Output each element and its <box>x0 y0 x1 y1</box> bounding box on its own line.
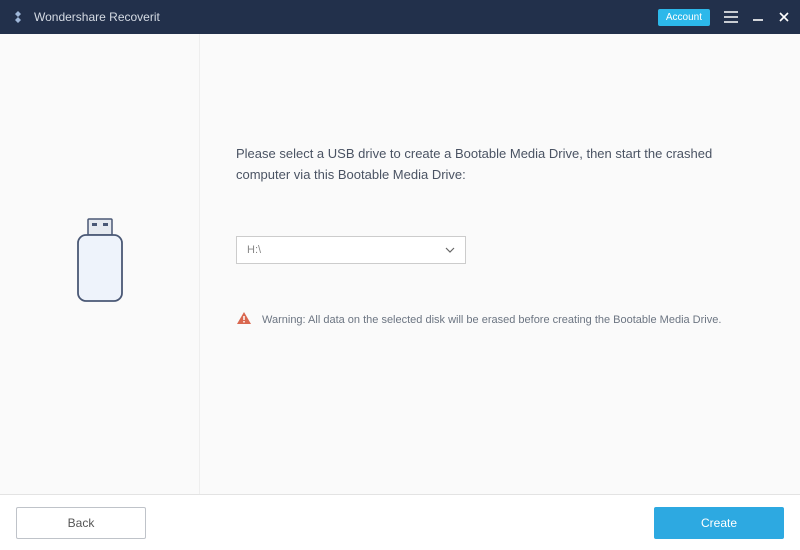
account-button[interactable]: Account <box>658 9 710 26</box>
menu-icon[interactable] <box>724 11 738 23</box>
warning-text: Warning: All data on the selected disk w… <box>262 314 721 326</box>
drive-select-value: H:\ <box>247 244 261 256</box>
instruction-text: Please select a USB drive to create a Bo… <box>236 144 768 186</box>
footer: Back Create <box>0 494 800 550</box>
app-logo-icon <box>10 9 26 25</box>
minimize-icon[interactable] <box>752 11 764 23</box>
warning-icon <box>236 310 252 331</box>
close-icon[interactable] <box>778 11 790 23</box>
create-button[interactable]: Create <box>654 507 784 539</box>
content-area: Please select a USB drive to create a Bo… <box>0 34 800 494</box>
warning-row: Warning: All data on the selected disk w… <box>236 310 768 331</box>
drive-select-dropdown[interactable]: H:\ <box>236 236 466 264</box>
usb-drive-icon <box>70 217 130 312</box>
app-window: Wondershare Recoverit Account <box>0 0 800 550</box>
chevron-down-icon <box>445 244 455 256</box>
main-panel: Please select a USB drive to create a Bo… <box>200 34 800 494</box>
app-title: Wondershare Recoverit <box>34 10 160 24</box>
titlebar: Wondershare Recoverit Account <box>0 0 800 34</box>
back-button[interactable]: Back <box>16 507 146 539</box>
left-panel <box>0 34 200 494</box>
